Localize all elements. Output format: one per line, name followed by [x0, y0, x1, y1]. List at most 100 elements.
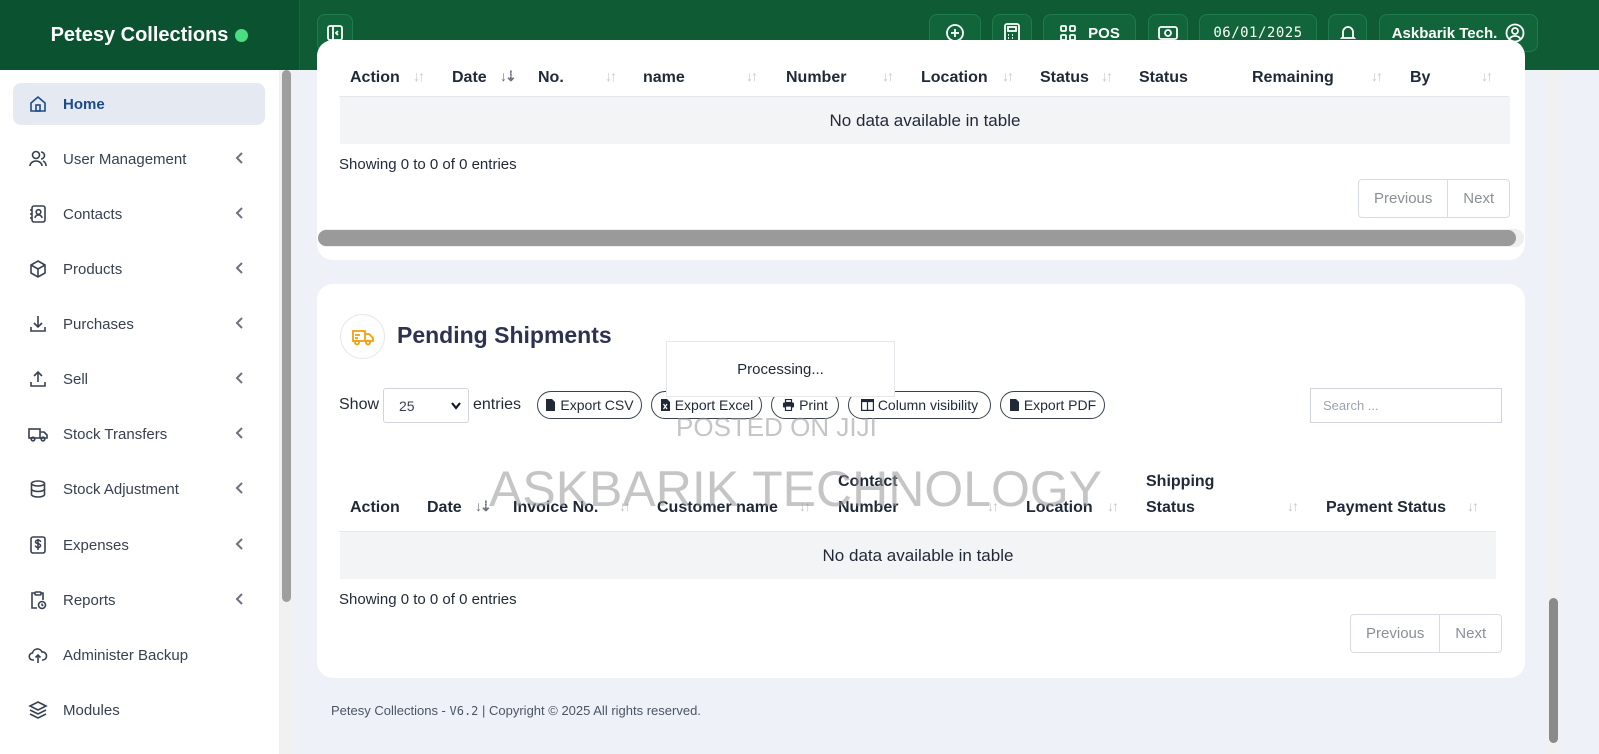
sidebar-item-user-management[interactable]: User Management — [13, 138, 265, 180]
chevron-left-icon — [233, 371, 249, 387]
next-button[interactable]: Next — [1440, 615, 1501, 652]
sidebar-item-label: Reports — [63, 591, 116, 609]
sort-icon[interactable]: ↓↑ — [1101, 70, 1113, 84]
sidebar-item-purchases[interactable]: Purchases — [13, 303, 265, 345]
column-header[interactable]: Action — [350, 70, 400, 91]
column-header[interactable]: Location — [1026, 495, 1093, 521]
chevron-left-icon — [233, 537, 249, 553]
entries-label: entries — [473, 396, 522, 413]
sidebar-item-label: Purchases — [63, 315, 134, 333]
chevron-left-icon — [233, 261, 249, 277]
page-length-select[interactable]: 25 — [383, 388, 469, 423]
card-title: Pending Shipments — [397, 322, 612, 348]
sidebar-scrollbar-thumb[interactable] — [282, 70, 291, 602]
sidebar: Home User Management Contacts Products P… — [0, 70, 293, 754]
column-header[interactable]: Status — [1040, 70, 1089, 91]
column-header[interactable]: Customer name — [657, 495, 778, 521]
main-scrollbar-thumb[interactable] — [1549, 598, 1558, 743]
column-header[interactable]: Location — [921, 70, 988, 91]
export-pdf-button[interactable]: Export PDF — [1000, 391, 1105, 419]
sort-icon[interactable]: ↓↑ — [1287, 498, 1299, 514]
sidebar-item-products[interactable]: Products — [13, 248, 265, 290]
sort-icon[interactable]: ↓↑ — [799, 498, 811, 514]
sort-icon[interactable]: ↓↑ — [746, 70, 758, 84]
brand[interactable]: Petesy Collections — [0, 0, 300, 70]
column-header[interactable]: Date — [427, 495, 462, 521]
sidebar-item-expenses[interactable]: Expenses — [13, 524, 265, 566]
column-header[interactable]: Action — [350, 495, 400, 521]
button-label: Column visibility — [877, 397, 979, 413]
button-label: Export CSV — [560, 397, 634, 413]
pagination: Previous Next — [1358, 179, 1510, 218]
sidebar-item-reports[interactable]: Reports — [13, 579, 265, 621]
sort-icon[interactable]: ↓↑ — [1467, 498, 1479, 514]
sidebar-item-sell[interactable]: Sell — [13, 358, 265, 400]
sort-icon[interactable]: ↓↑ — [1107, 498, 1119, 514]
horizontal-scrollbar-thumb[interactable] — [318, 230, 1516, 246]
column-header[interactable]: Status — [1139, 70, 1188, 91]
empty-table-message: No data available in table — [340, 532, 1496, 579]
sort-icon[interactable]: ↓↑ — [1371, 70, 1383, 84]
table-info: Showing 0 to 0 of 0 entries — [339, 591, 517, 608]
empty-table-message: No data available in table — [340, 97, 1510, 144]
column-header[interactable]: Number — [838, 495, 898, 521]
contacts-icon — [30, 205, 46, 223]
previous-button[interactable]: Previous — [1359, 180, 1449, 217]
button-label: Export Excel — [674, 397, 754, 413]
shipments-table-header: Action Date ↓⇣ Invoice No. ↓↑ Customer n… — [339, 458, 1496, 532]
column-header[interactable]: Number — [786, 70, 846, 91]
next-button[interactable]: Next — [1448, 180, 1509, 217]
sort-icon[interactable]: ↓↑ — [619, 498, 631, 514]
sidebar-item-stock-transfers[interactable]: Stock Transfers — [13, 413, 265, 455]
sidebar-item-home[interactable]: Home — [13, 83, 265, 125]
pos-label: POS — [1088, 24, 1120, 42]
sidebar-item-label: Stock Adjustment — [63, 480, 179, 498]
chevron-left-icon — [233, 481, 249, 497]
sort-desc-icon[interactable]: ↓⇣ — [500, 70, 517, 85]
user-name: Askbarik Tech. — [1391, 24, 1498, 42]
column-header[interactable]: Payment Status — [1326, 495, 1446, 521]
sidebar-item-label: Expenses — [63, 536, 129, 554]
file-pdf-icon — [1009, 399, 1019, 411]
column-header[interactable]: Contact — [838, 469, 898, 495]
previous-button[interactable]: Previous — [1351, 615, 1441, 652]
upload-icon — [30, 370, 46, 387]
column-header[interactable]: Shipping — [1146, 469, 1214, 495]
top-table-header: Action ↓↑ Date ↓⇣ No. ↓↑ name ↓↑ Number … — [339, 70, 1509, 97]
column-header[interactable]: name — [643, 70, 685, 91]
sidebar-item-label: User Management — [63, 150, 187, 168]
file-excel-icon — [660, 399, 670, 411]
column-header[interactable]: By — [1410, 70, 1430, 91]
chevron-left-icon — [233, 151, 249, 167]
print-icon — [783, 399, 795, 411]
button-label: Print — [799, 397, 828, 413]
column-header[interactable]: Invoice No. — [513, 495, 598, 521]
sidebar-item-stock-adjustment[interactable]: Stock Adjustment — [13, 468, 265, 510]
layers-icon — [28, 701, 48, 719]
sort-icon[interactable]: ↓↑ — [882, 70, 894, 84]
sort-icon[interactable]: ↓↑ — [987, 498, 999, 514]
footer-version: V6.2 — [449, 704, 479, 718]
column-header[interactable]: Date — [452, 70, 487, 91]
users-icon — [29, 150, 47, 167]
column-header[interactable]: No. — [538, 70, 564, 91]
sort-icon[interactable]: ↓↑ — [413, 70, 425, 84]
sidebar-item-modules[interactable]: Modules — [13, 689, 265, 731]
sidebar-item-contacts[interactable]: Contacts — [13, 193, 265, 235]
processing-indicator: Processing... — [666, 341, 895, 397]
sidebar-item-administer-backup[interactable]: Administer Backup — [13, 634, 265, 676]
sort-icon[interactable]: ↓↑ — [1002, 70, 1014, 84]
home-icon — [30, 95, 46, 112]
column-header[interactable]: Remaining — [1252, 70, 1334, 91]
sort-icon[interactable]: ↓↑ — [605, 70, 617, 84]
sort-desc-icon[interactable]: ↓⇣ — [475, 498, 492, 515]
chevron-left-icon — [233, 426, 249, 442]
search-input[interactable] — [1310, 388, 1502, 423]
export-csv-button[interactable]: Export CSV — [537, 391, 642, 419]
database-icon — [30, 480, 46, 498]
chevron-left-icon — [233, 592, 249, 608]
column-header[interactable]: Status — [1146, 495, 1195, 521]
page-length-value: 25 — [399, 397, 415, 414]
sort-icon[interactable]: ↓↑ — [1481, 70, 1493, 84]
dollar-icon — [30, 536, 46, 554]
